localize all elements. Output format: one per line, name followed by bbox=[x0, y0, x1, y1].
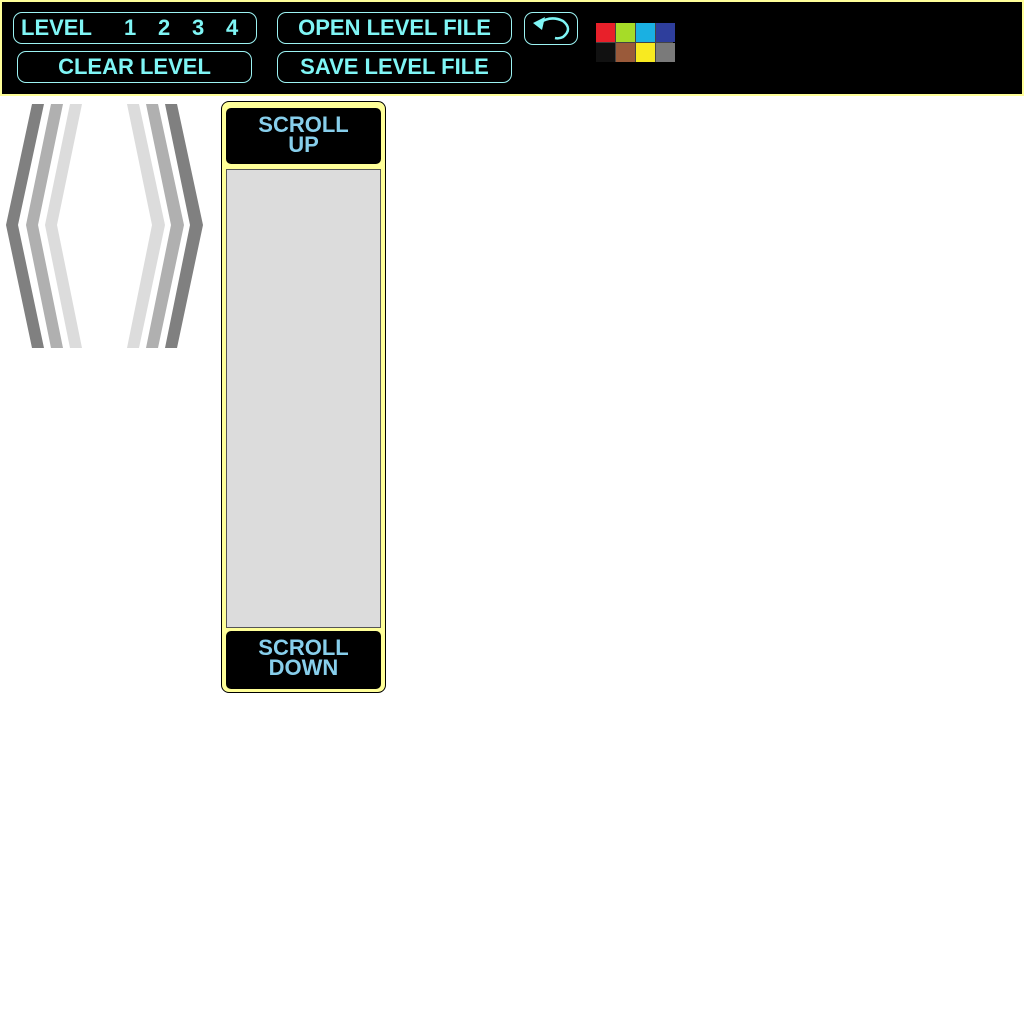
left-chevron-dark bbox=[6, 104, 44, 348]
swatch-black[interactable] bbox=[596, 43, 615, 62]
level-3-button[interactable]: 3 bbox=[192, 13, 204, 43]
right-chevrons bbox=[127, 104, 203, 348]
undo-button[interactable] bbox=[524, 12, 578, 45]
swatch-lime[interactable] bbox=[616, 23, 635, 42]
scroll-down-line2: DOWN bbox=[268, 655, 339, 680]
swatch-brown[interactable] bbox=[616, 43, 635, 62]
clear-level-button[interactable]: CLEAR LEVEL bbox=[17, 51, 252, 83]
swatch-blue[interactable] bbox=[656, 23, 675, 42]
swatch-red[interactable] bbox=[596, 23, 615, 42]
scroll-list-area[interactable] bbox=[226, 169, 381, 628]
chevron-pair-icon bbox=[6, 104, 203, 348]
color-palette bbox=[596, 23, 675, 62]
right-chevron-dark bbox=[165, 104, 203, 348]
undo-arrow-icon bbox=[533, 17, 570, 40]
save-level-file-button[interactable]: SAVE LEVEL FILE bbox=[277, 51, 512, 83]
level-selector: LEVEL 1 2 3 4 bbox=[13, 12, 257, 44]
scroll-up-button[interactable]: SCROLL UP bbox=[226, 108, 381, 164]
top-toolbar: LEVEL 1 2 3 4 CLEAR LEVEL OPEN LEVEL FIL… bbox=[0, 0, 1024, 96]
left-chevrons bbox=[6, 104, 82, 348]
swatch-cyan[interactable] bbox=[636, 23, 655, 42]
open-level-file-button[interactable]: OPEN LEVEL FILE bbox=[277, 12, 512, 44]
level-1-button[interactable]: 1 bbox=[124, 13, 136, 43]
scroll-up-line2: UP bbox=[288, 132, 319, 157]
swatch-gray[interactable] bbox=[656, 43, 675, 62]
level-4-button[interactable]: 4 bbox=[226, 13, 238, 43]
level-label: LEVEL bbox=[21, 15, 92, 40]
swatch-yellow[interactable] bbox=[636, 43, 655, 62]
scroll-down-button[interactable]: SCROLL DOWN bbox=[226, 631, 381, 689]
scroll-panel: SCROLL UP SCROLL DOWN bbox=[221, 101, 386, 693]
level-2-button[interactable]: 2 bbox=[158, 13, 170, 43]
